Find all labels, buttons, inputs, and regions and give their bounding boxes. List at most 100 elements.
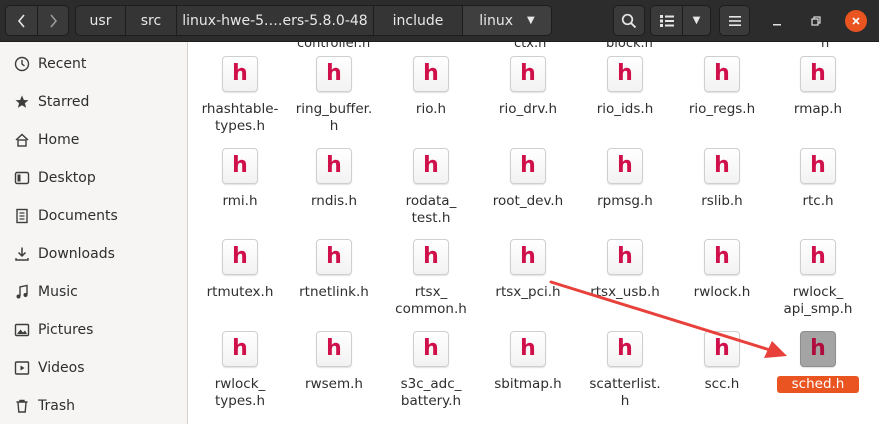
c-header-file-icon: h (413, 239, 449, 275)
file-icon-glyph: h (326, 335, 342, 361)
breadcrumb-label: linux-hwe-5.…ers-5.8.0-48 (182, 12, 368, 29)
file-rio-regs-h[interactable]: h rio_regs.h (675, 56, 769, 136)
file-sbitmap-h[interactable]: h sbitmap.h (481, 331, 575, 411)
partial-filename: block.h (606, 42, 653, 51)
breadcrumb-linux-hwe[interactable]: linux-hwe-5.…ers-5.8.0-48 (176, 5, 374, 36)
breadcrumb-linux-current[interactable]: linux ▼ (462, 5, 552, 36)
file-rtsx-usb-h[interactable]: h rtsx_usb.h (578, 239, 672, 319)
sidebar-item-documents[interactable]: Documents (0, 197, 187, 235)
view-toggle-button[interactable] (650, 5, 683, 36)
c-header-file-icon: h (800, 56, 836, 92)
c-header-file-icon: h (222, 148, 258, 184)
file-rndis-h[interactable]: h rndis.h (287, 148, 381, 228)
file-rwlock-types-h[interactable]: h rwlock_ types.h (193, 331, 287, 411)
file-rwlock-api-smp-h[interactable]: h rwlock_ api_smp.h (771, 239, 865, 319)
maximize-button[interactable] (806, 11, 826, 31)
file-rwsem-h[interactable]: h rwsem.h (287, 331, 381, 411)
file-name-label: rpmsg.h (597, 193, 653, 209)
file-rmi-h[interactable]: h rmi.h (193, 148, 287, 228)
file-icon-glyph: h (326, 243, 342, 269)
file-name-label: rtsx_usb.h (590, 284, 660, 300)
file-icon-glyph: h (520, 335, 536, 361)
c-header-file-icon: h (316, 331, 352, 367)
home-icon (13, 131, 31, 149)
file-rodata-test-h[interactable]: h rodata_ test.h (384, 148, 478, 228)
c-header-file-icon: h (704, 148, 740, 184)
sidebar-item-starred[interactable]: Starred (0, 83, 187, 121)
sidebar-item-recent[interactable]: Recent (0, 45, 187, 83)
minimize-button[interactable] (767, 11, 787, 31)
breadcrumb-usr[interactable]: usr (75, 5, 126, 36)
file-name-label: rio_regs.h (688, 101, 756, 117)
sidebar-item-desktop[interactable]: Desktop (0, 159, 187, 197)
c-header-file-icon: h (413, 148, 449, 184)
sidebar-item-label: Downloads (38, 246, 115, 262)
file-icon-glyph: h (810, 60, 826, 86)
file-rtsx-common-h[interactable]: h rtsx_ common.h (384, 239, 478, 319)
sidebar-item-videos[interactable]: Videos (0, 349, 187, 387)
file-name-label: rwlock.h (693, 284, 751, 300)
file-rio-drv-h[interactable]: h rio_drv.h (481, 56, 575, 136)
file-name-label: rtmutex.h (206, 284, 274, 300)
file-name-label: rwlock_ api_smp.h (783, 284, 853, 317)
file-icon-glyph: h (810, 243, 826, 269)
file-icon-glyph: h (617, 335, 633, 361)
file-rpmsg-h[interactable]: h rpmsg.h (578, 148, 672, 228)
main-menu-button[interactable] (719, 5, 750, 36)
close-button[interactable] (845, 10, 867, 32)
sidebar-item-downloads[interactable]: Downloads (0, 235, 187, 273)
view-options-button[interactable]: ▼ (682, 5, 711, 36)
c-header-file-icon: h (510, 148, 546, 184)
file-rio-h[interactable]: h rio.h (384, 56, 478, 136)
file-icon-glyph: h (714, 152, 730, 178)
file-ring-buffer-h[interactable]: h ring_buffer. h (287, 56, 381, 136)
file-rmap-h[interactable]: h rmap.h (771, 56, 865, 136)
sidebar-item-label: Pictures (38, 322, 94, 338)
file-icon-glyph: h (326, 60, 342, 86)
breadcrumb-include[interactable]: include (373, 5, 463, 36)
file-sched-h[interactable]: h sched.h (771, 331, 865, 411)
file-name-label: rslib.h (701, 193, 743, 209)
sidebar-item-home[interactable]: Home (0, 121, 187, 159)
hamburger-menu-icon (728, 15, 741, 26)
search-button[interactable] (613, 5, 645, 36)
sidebar-item-label: Starred (38, 94, 90, 110)
c-header-file-icon: h (800, 331, 836, 367)
file-name-label: scc.h (704, 376, 740, 392)
file-rhashtable-types-h[interactable]: h rhashtable- types.h (193, 56, 287, 136)
back-button[interactable] (5, 5, 38, 36)
file-name-label: rtsx_ common.h (395, 284, 467, 317)
file-rtmutex-h[interactable]: h rtmutex.h (193, 239, 287, 319)
file-rtsx-pci-h[interactable]: h rtsx_pci.h (481, 239, 575, 319)
file-root-dev-h[interactable]: h root_dev.h (481, 148, 575, 228)
sidebar-item-label: Desktop (38, 170, 96, 186)
file-name-label: rio_drv.h (498, 101, 558, 117)
sidebar-item-label: Home (38, 132, 80, 148)
file-icon-glyph: h (423, 335, 439, 361)
c-header-file-icon: h (704, 56, 740, 92)
file-icon-glyph: h (714, 60, 730, 86)
c-header-file-icon: h (800, 148, 836, 184)
file-name-label: rwsem.h (305, 376, 363, 392)
forward-button[interactable] (37, 5, 69, 36)
file-scc-h[interactable]: h scc.h (675, 331, 769, 411)
sidebar-item-pictures[interactable]: Pictures (0, 311, 187, 349)
file-icon-glyph: h (520, 152, 536, 178)
file-icon-glyph: h (232, 335, 248, 361)
file-rio-ids-h[interactable]: h rio_ids.h (578, 56, 672, 136)
file-s3c-adc-battery-h[interactable]: h s3c_adc_ battery.h (384, 331, 478, 411)
sidebar-item-trash[interactable]: Trash (0, 387, 187, 425)
file-rtnetlink-h[interactable]: h rtnetlink.h (287, 239, 381, 319)
sidebar-item-music[interactable]: Music (0, 273, 187, 311)
file-name-label: rodata_ test.h (405, 193, 457, 226)
file-scatterlist-h[interactable]: h scatterlist. h (578, 331, 672, 411)
file-rwlock-h[interactable]: h rwlock.h (675, 239, 769, 319)
file-name-label: scatterlist. h (589, 376, 661, 409)
file-rslib-h[interactable]: h rslib.h (675, 148, 769, 228)
c-header-file-icon: h (607, 148, 643, 184)
file-rtc-h[interactable]: h rtc.h (771, 148, 865, 228)
breadcrumb-src[interactable]: src (125, 5, 177, 36)
document-icon (13, 207, 31, 225)
c-header-file-icon: h (222, 331, 258, 367)
file-icon-glyph: h (423, 152, 439, 178)
